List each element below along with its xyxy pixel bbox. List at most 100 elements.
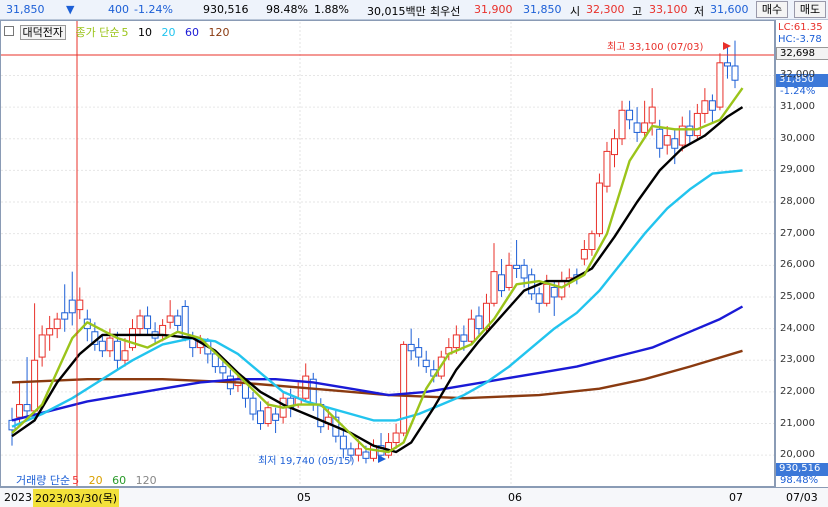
candle-body — [595, 182, 603, 235]
candle-body — [693, 112, 701, 137]
low-arrow-icon — [378, 455, 386, 463]
candle-body — [528, 274, 536, 295]
ma-label: 종가 단순 — [75, 26, 120, 39]
candle-body — [626, 109, 634, 121]
last-date: 07/03 — [786, 491, 818, 504]
scale-tick: 21,000 — [780, 417, 815, 429]
scale-tick: 29,000 — [780, 164, 815, 176]
ma60-line — [11, 305, 744, 422]
scale-top-box: 32,698 — [776, 47, 828, 60]
candle-body — [475, 315, 483, 330]
candle-body — [219, 366, 227, 374]
candle-body — [422, 359, 430, 368]
month-06: 06 — [508, 491, 522, 504]
candle-body — [490, 271, 498, 304]
hc-value: HC:-3.78 — [778, 34, 822, 45]
price-scale: LC:61.35 HC:-3.78 32,698 31,850 -1.24% 3… — [775, 20, 828, 487]
candle-body — [467, 318, 475, 342]
vol-ma20: 20 — [88, 474, 103, 487]
candle-body — [656, 128, 664, 149]
date-axis: 2023 2023/03/30(목) 05 06 07 07/03 — [0, 487, 828, 507]
month-07: 07 — [729, 491, 743, 504]
low-annotation: 최저 19,740 (05/15) — [258, 456, 355, 467]
candle-body — [550, 286, 558, 298]
candle-body — [113, 340, 121, 361]
lc-value: LC:61.35 — [778, 22, 823, 33]
scale-tick: 32,000 — [780, 69, 815, 81]
candle-body — [731, 65, 739, 81]
stock-name[interactable]: 대덕전자 — [19, 25, 66, 40]
candle-body — [16, 404, 24, 418]
current-pct: -1.24% — [780, 86, 816, 97]
scale-tick: 20,000 — [780, 449, 815, 461]
candle-body — [136, 315, 144, 330]
vol-ma120: 120 — [135, 474, 157, 487]
volume-pct: 98.48% — [780, 475, 819, 486]
scale-tick: 22,000 — [780, 385, 815, 397]
candle-body — [498, 274, 506, 292]
vol-ma5: 5 — [72, 474, 80, 487]
candle-body — [708, 100, 716, 111]
candle-body — [339, 435, 347, 450]
scale-tick: 23,000 — [780, 354, 815, 366]
candle-body — [716, 62, 724, 108]
candle-body — [603, 150, 611, 187]
candle-body — [98, 340, 106, 352]
candle-body — [671, 138, 679, 149]
ma10-line — [11, 106, 744, 454]
month-05: 05 — [297, 491, 311, 504]
candle-body — [558, 280, 566, 298]
candle-body — [106, 337, 114, 352]
candle-body — [580, 249, 588, 260]
candle-body — [633, 122, 641, 133]
high-annotation: 최고 33,100 (07/03) — [607, 42, 704, 53]
ma5-label: 5 — [121, 26, 129, 39]
candle-body — [46, 328, 54, 336]
candle-body — [686, 125, 694, 137]
candle-body — [76, 299, 84, 311]
candle-body — [61, 312, 69, 320]
scale-tick: 31,000 — [780, 101, 815, 113]
year-label: 2023 — [4, 491, 32, 504]
candle-body — [513, 264, 521, 269]
scale-tick: 30,000 — [780, 132, 815, 144]
ma60-label: 60 — [184, 26, 199, 39]
candlestick-chart — [1, 21, 774, 486]
candle-body — [23, 404, 31, 412]
candle-body — [535, 293, 543, 304]
candle-body — [452, 334, 460, 349]
candle-body — [618, 109, 626, 140]
candle-body — [121, 350, 129, 361]
volume-legend: 거래량 단순 5 20 60 120 — [16, 472, 163, 488]
candle-body — [159, 324, 167, 336]
candle-body — [588, 233, 596, 251]
scale-tick: 26,000 — [780, 259, 815, 271]
candle-body — [460, 334, 468, 342]
candle-body — [362, 451, 370, 459]
candle-body — [701, 100, 709, 114]
scale-tick: 27,000 — [780, 227, 815, 239]
candle-body — [174, 315, 182, 326]
scale-tick: 25,000 — [780, 290, 815, 302]
candle-body — [663, 135, 671, 146]
vol-ma60: 60 — [112, 474, 127, 487]
settings-icon[interactable] — [4, 26, 14, 36]
candle-body — [415, 347, 423, 358]
scale-tick: 24,000 — [780, 322, 815, 334]
chart-legend: 대덕전자 종가 단순 5 10 20 60 120 — [4, 24, 235, 40]
ma120-label: 120 — [208, 26, 230, 39]
candle-body — [723, 62, 731, 67]
candle-body — [31, 359, 39, 412]
candle-body — [648, 106, 656, 124]
candle-body — [38, 334, 46, 358]
candle-body — [264, 407, 272, 425]
candle-body — [144, 315, 152, 330]
sell-button[interactable]: 매도 — [794, 1, 826, 18]
ma5-line — [11, 87, 744, 454]
candle-body — [249, 397, 257, 415]
candle-body — [68, 299, 76, 314]
candle-body — [257, 410, 265, 425]
ma20-label: 20 — [161, 26, 176, 39]
ma10-label: 10 — [137, 26, 152, 39]
candle-body — [520, 264, 528, 279]
